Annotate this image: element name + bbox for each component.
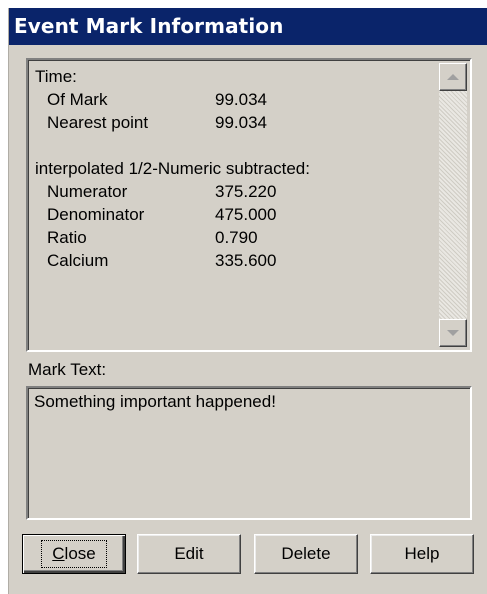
info-row-ratio: Ratio 0.790 [35, 226, 438, 249]
info-row-calcium: Calcium 335.600 [35, 249, 438, 272]
info-value: 99.034 [215, 113, 267, 132]
info-value: 475.000 [215, 205, 277, 224]
dialog-title: Event Mark Information [9, 8, 487, 45]
mark-text-label: Mark Text: [28, 360, 107, 379]
info-row-numerator: Numerator 375.220 [35, 180, 438, 203]
arrow-up-icon [447, 74, 459, 80]
info-text: Time: Of Mark 99.034 Nearest point 99.03… [35, 65, 438, 272]
arrow-down-icon [447, 330, 459, 336]
info-value: 375.220 [215, 182, 277, 201]
info-label: Numerator [47, 182, 128, 201]
info-row-of-mark: Of Mark 99.034 [35, 88, 438, 111]
info-label: Calcium [47, 251, 109, 270]
info-label: Of Mark [47, 90, 108, 109]
vertical-scrollbar[interactable] [439, 63, 467, 347]
scroll-up-button[interactable] [439, 63, 467, 91]
edit-button-label: Edit [174, 544, 204, 563]
scroll-down-button[interactable] [439, 319, 467, 347]
help-button-label: Help [404, 544, 440, 563]
info-row-nearest-point: Nearest point 99.034 [35, 111, 438, 134]
info-label: Ratio [47, 228, 87, 247]
event-mark-dialog: Event Mark Information Time: Of Mark 99.… [8, 8, 487, 594]
delete-button-label: Delete [281, 544, 331, 563]
close-button-label: Close [41, 540, 107, 568]
mark-text-field[interactable]: Something important happened! [26, 386, 472, 520]
info-value: 99.034 [215, 90, 267, 109]
edit-button[interactable]: Edit [137, 534, 241, 574]
delete-button[interactable]: Delete [254, 534, 358, 574]
info-label: Denominator [47, 205, 145, 224]
time-heading: Time: [35, 67, 77, 86]
info-label: Nearest point [47, 113, 149, 132]
help-button[interactable]: Help [370, 534, 474, 574]
close-button[interactable]: Close [22, 534, 126, 574]
info-value: 335.600 [215, 251, 277, 270]
info-value: 0.790 [215, 228, 258, 247]
info-panel: Time: Of Mark 99.034 Nearest point 99.03… [26, 58, 472, 352]
info-row-denominator: Denominator 475.000 [35, 203, 438, 226]
section-heading: interpolated 1/2-Numeric subtracted: [35, 159, 310, 178]
